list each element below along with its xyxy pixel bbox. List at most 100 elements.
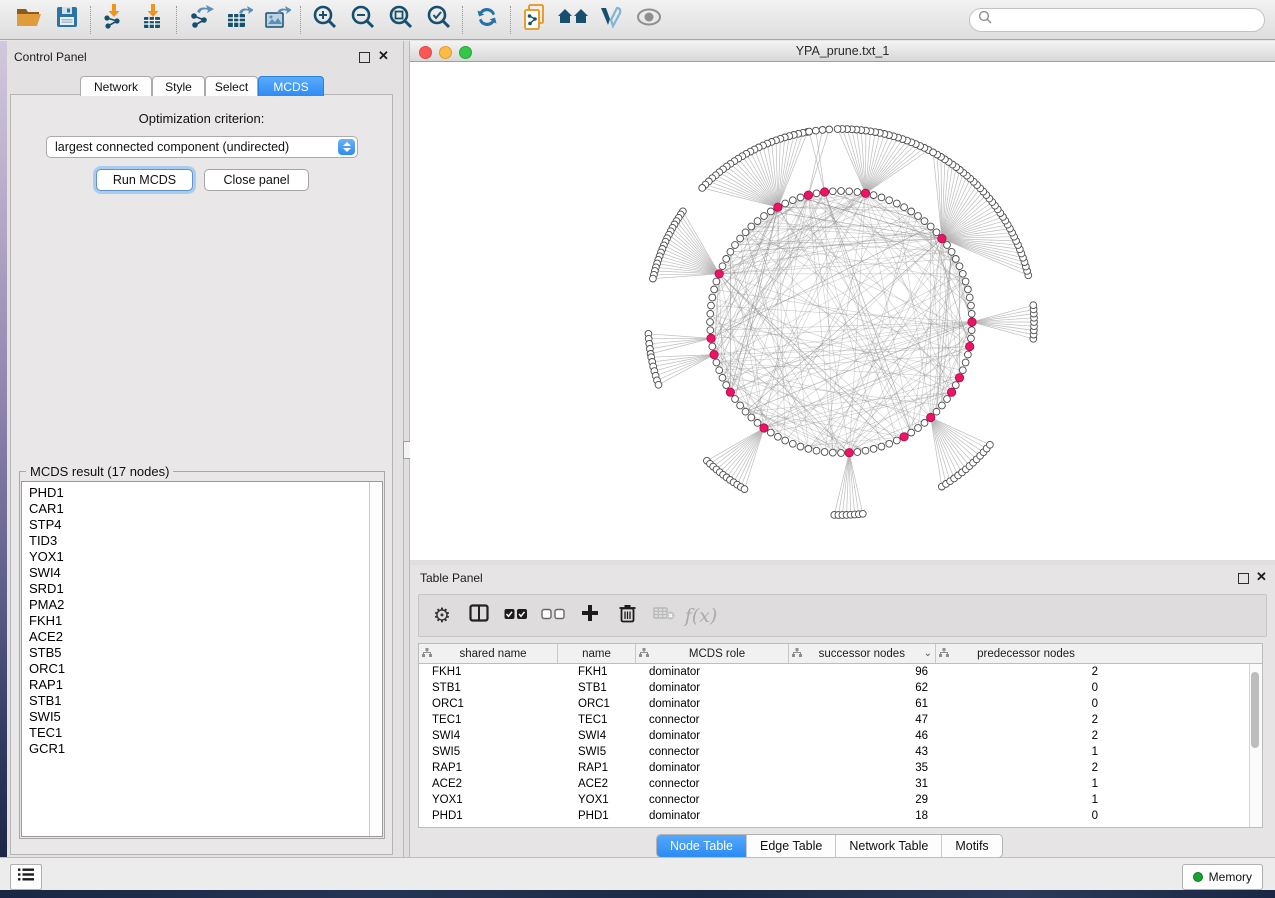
mcds-result-item[interactable]: SWI5: [29, 709, 382, 725]
column-header-MCDS-role[interactable]: MCDS role: [636, 644, 789, 663]
column-header-successor-nodes[interactable]: successor nodes⌄: [789, 644, 936, 663]
vertical-splitter[interactable]: [403, 41, 410, 857]
new-network-from-selection-button[interactable]: [516, 3, 554, 37]
table-cell: dominator: [636, 762, 789, 774]
table-row[interactable]: FKH1FKH1dominator962: [419, 664, 1262, 680]
zoom-fit-button[interactable]: [382, 3, 420, 37]
mcds-result-item[interactable]: CAR1: [29, 501, 382, 517]
save-session-button[interactable]: [48, 3, 86, 37]
mcds-list-scrollbar[interactable]: [369, 482, 382, 836]
mcds-result-item[interactable]: ORC1: [29, 661, 382, 677]
table-options-button[interactable]: ⚙: [427, 601, 457, 631]
task-history-button[interactable]: [10, 864, 42, 890]
sort-descending-icon: ⌄: [924, 648, 932, 659]
open-session-button[interactable]: [10, 3, 48, 37]
tab-network-table[interactable]: Network Table: [835, 835, 941, 857]
mcds-result-item[interactable]: TEC1: [29, 725, 382, 741]
desktop-wallpaper-bottom: [0, 890, 1275, 898]
table-row[interactable]: STB1STB1dominator620: [419, 680, 1262, 696]
tab-mcds[interactable]: MCDS: [258, 76, 324, 96]
memory-button[interactable]: Memory: [1182, 864, 1263, 890]
table-delete-icon: [653, 606, 675, 625]
eye-icon: [634, 6, 664, 33]
network-window-titlebar[interactable]: YPA_prune.txt_1: [410, 41, 1275, 62]
first-neighbors-button[interactable]: [554, 3, 592, 37]
column-header-name[interactable]: name: [558, 644, 636, 663]
import-table-icon: [140, 4, 166, 35]
zoom-in-button[interactable]: [306, 3, 344, 37]
table-row[interactable]: SWI5SWI5connector431: [419, 744, 1262, 760]
table-row[interactable]: ORC1ORC1dominator610: [419, 696, 1262, 712]
table-panel-float-button[interactable]: [1238, 573, 1249, 584]
table-row[interactable]: RAP1RAP1dominator352: [419, 760, 1262, 776]
zoom-out-icon: [350, 4, 376, 35]
mcds-result-item[interactable]: FKH1: [29, 613, 382, 629]
table-cell: YOX1: [419, 794, 558, 806]
table-cell: connector: [636, 778, 789, 790]
table-panel-close-button[interactable]: ✕: [1256, 571, 1267, 583]
zoom-selected-button[interactable]: [420, 3, 458, 37]
mcds-result-list[interactable]: PHD1CAR1STP4TID3YOX1SWI4SRD1PMA2FKH1ACE2…: [21, 481, 383, 837]
mcds-result-item[interactable]: RAP1: [29, 677, 382, 693]
table-row[interactable]: ACE2ACE2connector311: [419, 776, 1262, 792]
mcds-result-item[interactable]: SWI4: [29, 565, 382, 581]
table-cell: FKH1: [558, 666, 636, 678]
mcds-result-item[interactable]: YOX1: [29, 549, 382, 565]
export-image-button[interactable]: [258, 3, 296, 37]
control-panel-float-button[interactable]: [359, 52, 370, 63]
table-row[interactable]: PHD1PHD1dominator180: [419, 808, 1262, 824]
table-cell: 2: [936, 714, 1106, 726]
mcds-result-item[interactable]: SRD1: [29, 581, 382, 597]
column-header-shared-name[interactable]: shared name: [419, 644, 558, 663]
zoom-out-button[interactable]: [344, 3, 382, 37]
add-column-button[interactable]: [575, 601, 605, 631]
mcds-result-item[interactable]: PMA2: [29, 597, 382, 613]
tab-network[interactable]: Network: [80, 76, 152, 96]
search-input[interactable]: [993, 10, 1264, 30]
search-box[interactable]: [969, 8, 1265, 32]
mcds-result-item[interactable]: GCR1: [29, 741, 382, 757]
show-columns-button[interactable]: [464, 601, 494, 631]
table-cell: 35: [789, 762, 936, 774]
tab-select[interactable]: Select: [205, 76, 258, 96]
network-view-canvas[interactable]: [410, 62, 1275, 560]
list-icon: [18, 868, 34, 886]
delete-table-button[interactable]: [649, 601, 679, 631]
memory-status-icon: [1193, 872, 1203, 882]
show-hide-button[interactable]: [630, 3, 668, 37]
export-table-button[interactable]: [220, 3, 258, 37]
delete-column-button[interactable]: [612, 601, 642, 631]
control-panel-close-button[interactable]: ✕: [378, 50, 389, 62]
optimization-criterion-select[interactable]: largest connected component (undirected): [46, 136, 358, 158]
close-panel-button[interactable]: Close panel: [204, 169, 309, 191]
select-all-button[interactable]: [501, 601, 531, 631]
table-row[interactable]: TEC1TEC1connector472: [419, 712, 1262, 728]
node-table[interactable]: shared namenameMCDS rolesuccessor nodes⌄…: [418, 643, 1263, 828]
table-row[interactable]: YOX1YOX1connector291: [419, 792, 1262, 808]
tab-motifs[interactable]: Motifs: [941, 835, 1001, 857]
apply-style-button[interactable]: [592, 3, 630, 37]
mcds-result-item[interactable]: TID3: [29, 533, 382, 549]
tab-node-table[interactable]: Node Table: [657, 835, 746, 857]
deselect-all-button[interactable]: [538, 601, 568, 631]
function-builder-button[interactable]: f(x): [686, 601, 716, 631]
table-row[interactable]: SWI4SWI4dominator462: [419, 728, 1262, 744]
column-header-predecessor-nodes[interactable]: predecessor nodes: [936, 644, 1106, 663]
mcds-result-item[interactable]: PHD1: [29, 485, 382, 501]
run-mcds-button[interactable]: Run MCDS: [96, 169, 193, 191]
table-cell: ACE2: [558, 778, 636, 790]
table-scrollbar[interactable]: [1249, 664, 1262, 827]
import-table-button[interactable]: [134, 3, 172, 37]
mcds-result-item[interactable]: ACE2: [29, 629, 382, 645]
mcds-result-item[interactable]: STB5: [29, 645, 382, 661]
desktop-wallpaper-left: [0, 41, 7, 857]
tab-style[interactable]: Style: [152, 76, 205, 96]
table-cell: TEC1: [419, 714, 558, 726]
import-network-button[interactable]: [96, 3, 134, 37]
export-network-button[interactable]: [182, 3, 220, 37]
tab-edge-table[interactable]: Edge Table: [746, 835, 835, 857]
apply-layout-button[interactable]: [468, 3, 506, 37]
mcds-result-item[interactable]: STB1: [29, 693, 382, 709]
mcds-result-item[interactable]: STP4: [29, 517, 382, 533]
table-scrollbar-thumb[interactable]: [1251, 672, 1259, 748]
